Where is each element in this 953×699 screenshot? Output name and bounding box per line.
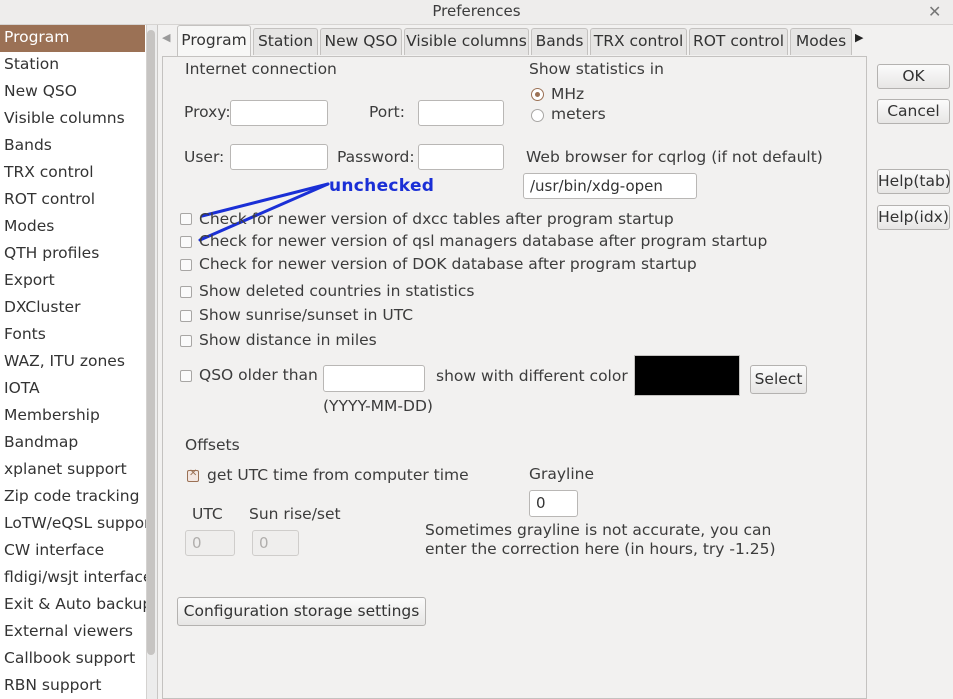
sidebar-item-exit-auto-backup[interactable]: Exit & Auto backup <box>0 592 152 619</box>
cancel-button[interactable]: Cancel <box>877 99 950 124</box>
tab-station[interactable]: Station <box>253 28 318 55</box>
sidebar-list: Program Station New QSO Visible columns Band… <box>0 25 157 699</box>
sunrise-utc-checkbox[interactable] <box>180 310 192 322</box>
sidebar-item-zip-code-tracking[interactable]: Zip code tracking <box>0 484 145 511</box>
tab-scroll-left-icon[interactable]: ◀ <box>162 31 170 44</box>
help-idx-button[interactable]: Help(idx) <box>877 205 950 230</box>
check-qsl-managers-checkbox[interactable] <box>180 236 192 248</box>
qso-older-label: QSO older than <box>199 366 318 384</box>
show-statistics-heading: Show statistics in <box>529 60 664 78</box>
tab-scroll-right-icon[interactable]: ▶ <box>855 31 863 44</box>
close-icon[interactable]: ✕ <box>928 2 941 21</box>
help-tab-button[interactable]: Help(tab) <box>877 169 951 194</box>
check-dxcc-label: Check for newer version of dxcc tables a… <box>199 210 674 228</box>
password-input[interactable] <box>418 144 504 170</box>
proxy-input[interactable] <box>230 100 328 126</box>
select-color-button[interactable]: Select <box>750 365 807 394</box>
mhz-radio[interactable] <box>531 88 544 101</box>
sidebar-item-cw-interface[interactable]: CW interface <box>0 538 145 565</box>
sidebar-item-bands[interactable]: Bands <box>0 133 145 160</box>
tab-new-qso[interactable]: New QSO <box>320 28 402 55</box>
port-input[interactable] <box>418 100 504 126</box>
sidebar-item-rbn-support[interactable]: RBN support <box>0 673 145 699</box>
sidebar-item-new-qso[interactable]: New QSO <box>0 79 145 106</box>
tab-program[interactable]: Program <box>177 25 251 57</box>
sun-rise-set-input[interactable]: 0 <box>252 530 299 556</box>
tab-modes[interactable]: Modes <box>790 28 852 55</box>
tab-rot-control[interactable]: ROT control <box>689 28 788 55</box>
sidebar-scrollbar-thumb[interactable] <box>147 30 155 655</box>
sidebar-item-export[interactable]: Export <box>0 268 145 295</box>
meters-label: meters <box>551 105 606 123</box>
sidebar-item-bandmap[interactable]: Bandmap <box>0 430 145 457</box>
sidebar-item-membership[interactable]: Membership <box>0 403 145 430</box>
sidebar-item-program[interactable]: Program <box>0 25 145 52</box>
tab-visible-columns[interactable]: Visible columns <box>404 28 529 55</box>
configuration-storage-button[interactable]: Configuration storage settings <box>177 597 426 626</box>
sidebar-item-callbook-support[interactable]: Callbook support <box>0 646 145 673</box>
sunrise-utc-label: Show sunrise/sunset in UTC <box>199 306 414 324</box>
different-color-label: show with different color <box>436 367 628 385</box>
sidebar-item-lotw-eqsl-support[interactable]: LoTW/eQSL support <box>0 511 157 538</box>
tab-trx-control[interactable]: TRX control <box>590 28 687 55</box>
sidebar-item-visible-columns[interactable]: Visible columns <box>0 106 145 133</box>
utc-from-computer-checkbox[interactable] <box>187 468 199 482</box>
sidebar-item-qth-profiles[interactable]: QTH profiles <box>0 241 145 268</box>
user-input[interactable] <box>230 144 328 170</box>
sidebar-item-rot-control[interactable]: ROT control <box>0 187 145 214</box>
distance-miles-label: Show distance in miles <box>199 331 377 349</box>
sidebar-item-fldigi-wsjt-interface[interactable]: fldigi/wsjt interface <box>0 565 152 592</box>
sidebar-item-station[interactable]: Station <box>0 52 145 79</box>
sidebar-item-external-viewers[interactable]: External viewers <box>0 619 145 646</box>
qso-older-date-input[interactable] <box>323 365 425 392</box>
sidebar-item-waz-itu-zones[interactable]: WAZ, ITU zones <box>0 349 145 376</box>
utc-offset-input[interactable]: 0 <box>185 530 235 556</box>
user-label: User: <box>184 148 225 166</box>
check-qsl-managers-label: Check for newer version of qsl managers … <box>199 232 768 250</box>
utc-label: UTC <box>192 505 223 523</box>
show-deleted-countries-label: Show deleted countries in statistics <box>199 282 475 300</box>
annotation-unchecked-label: unchecked <box>329 176 435 196</box>
check-dxcc-checkbox[interactable] <box>180 213 192 225</box>
meters-radio[interactable] <box>531 109 544 122</box>
web-browser-label: Web browser for cqrlog (if not default) <box>526 148 823 166</box>
qso-older-checkbox[interactable] <box>180 370 192 382</box>
check-dok-label: Check for newer version of DOK database … <box>199 255 697 273</box>
proxy-label: Proxy: <box>184 103 231 121</box>
utc-from-computer-label: get UTC time from computer time <box>207 466 469 484</box>
sidebar-item-iota[interactable]: IOTA <box>0 376 145 403</box>
sidebar-item-trx-control[interactable]: TRX control <box>0 160 145 187</box>
distance-miles-checkbox[interactable] <box>180 335 192 347</box>
tab-bands[interactable]: Bands <box>531 28 588 55</box>
internet-connection-heading: Internet connection <box>185 60 337 78</box>
show-deleted-countries-checkbox[interactable] <box>180 286 192 298</box>
grayline-label: Grayline <box>529 465 595 483</box>
sidebar-item-dxcluster[interactable]: DXCluster <box>0 295 145 322</box>
window-title: Preferences <box>432 2 521 20</box>
sidebar-item-modes[interactable]: Modes <box>0 214 145 241</box>
date-format-hint: (YYYY-MM-DD) <box>323 397 433 415</box>
offsets-heading: Offsets <box>185 436 240 454</box>
mhz-label: MHz <box>551 85 585 103</box>
grayline-note-line-1: Sometimes grayline is not accurate, you … <box>425 521 772 539</box>
grayline-input[interactable]: 0 <box>529 490 578 517</box>
grayline-note-line-2: enter the correction here (in hours, try… <box>425 540 776 558</box>
sidebar: Program Station New QSO Visible columns Band… <box>0 25 158 699</box>
color-swatch[interactable] <box>634 355 740 396</box>
sidebar-item-fonts[interactable]: Fonts <box>0 322 145 349</box>
password-label: Password: <box>337 148 415 166</box>
ok-button[interactable]: OK <box>877 64 950 89</box>
sidebar-item-xplanet-support[interactable]: xplanet support <box>0 457 145 484</box>
sun-rise-set-label: Sun rise/set <box>249 505 341 523</box>
check-dok-checkbox[interactable] <box>180 259 192 271</box>
web-browser-input[interactable]: /usr/bin/xdg-open <box>523 173 697 199</box>
port-label: Port: <box>369 103 405 121</box>
